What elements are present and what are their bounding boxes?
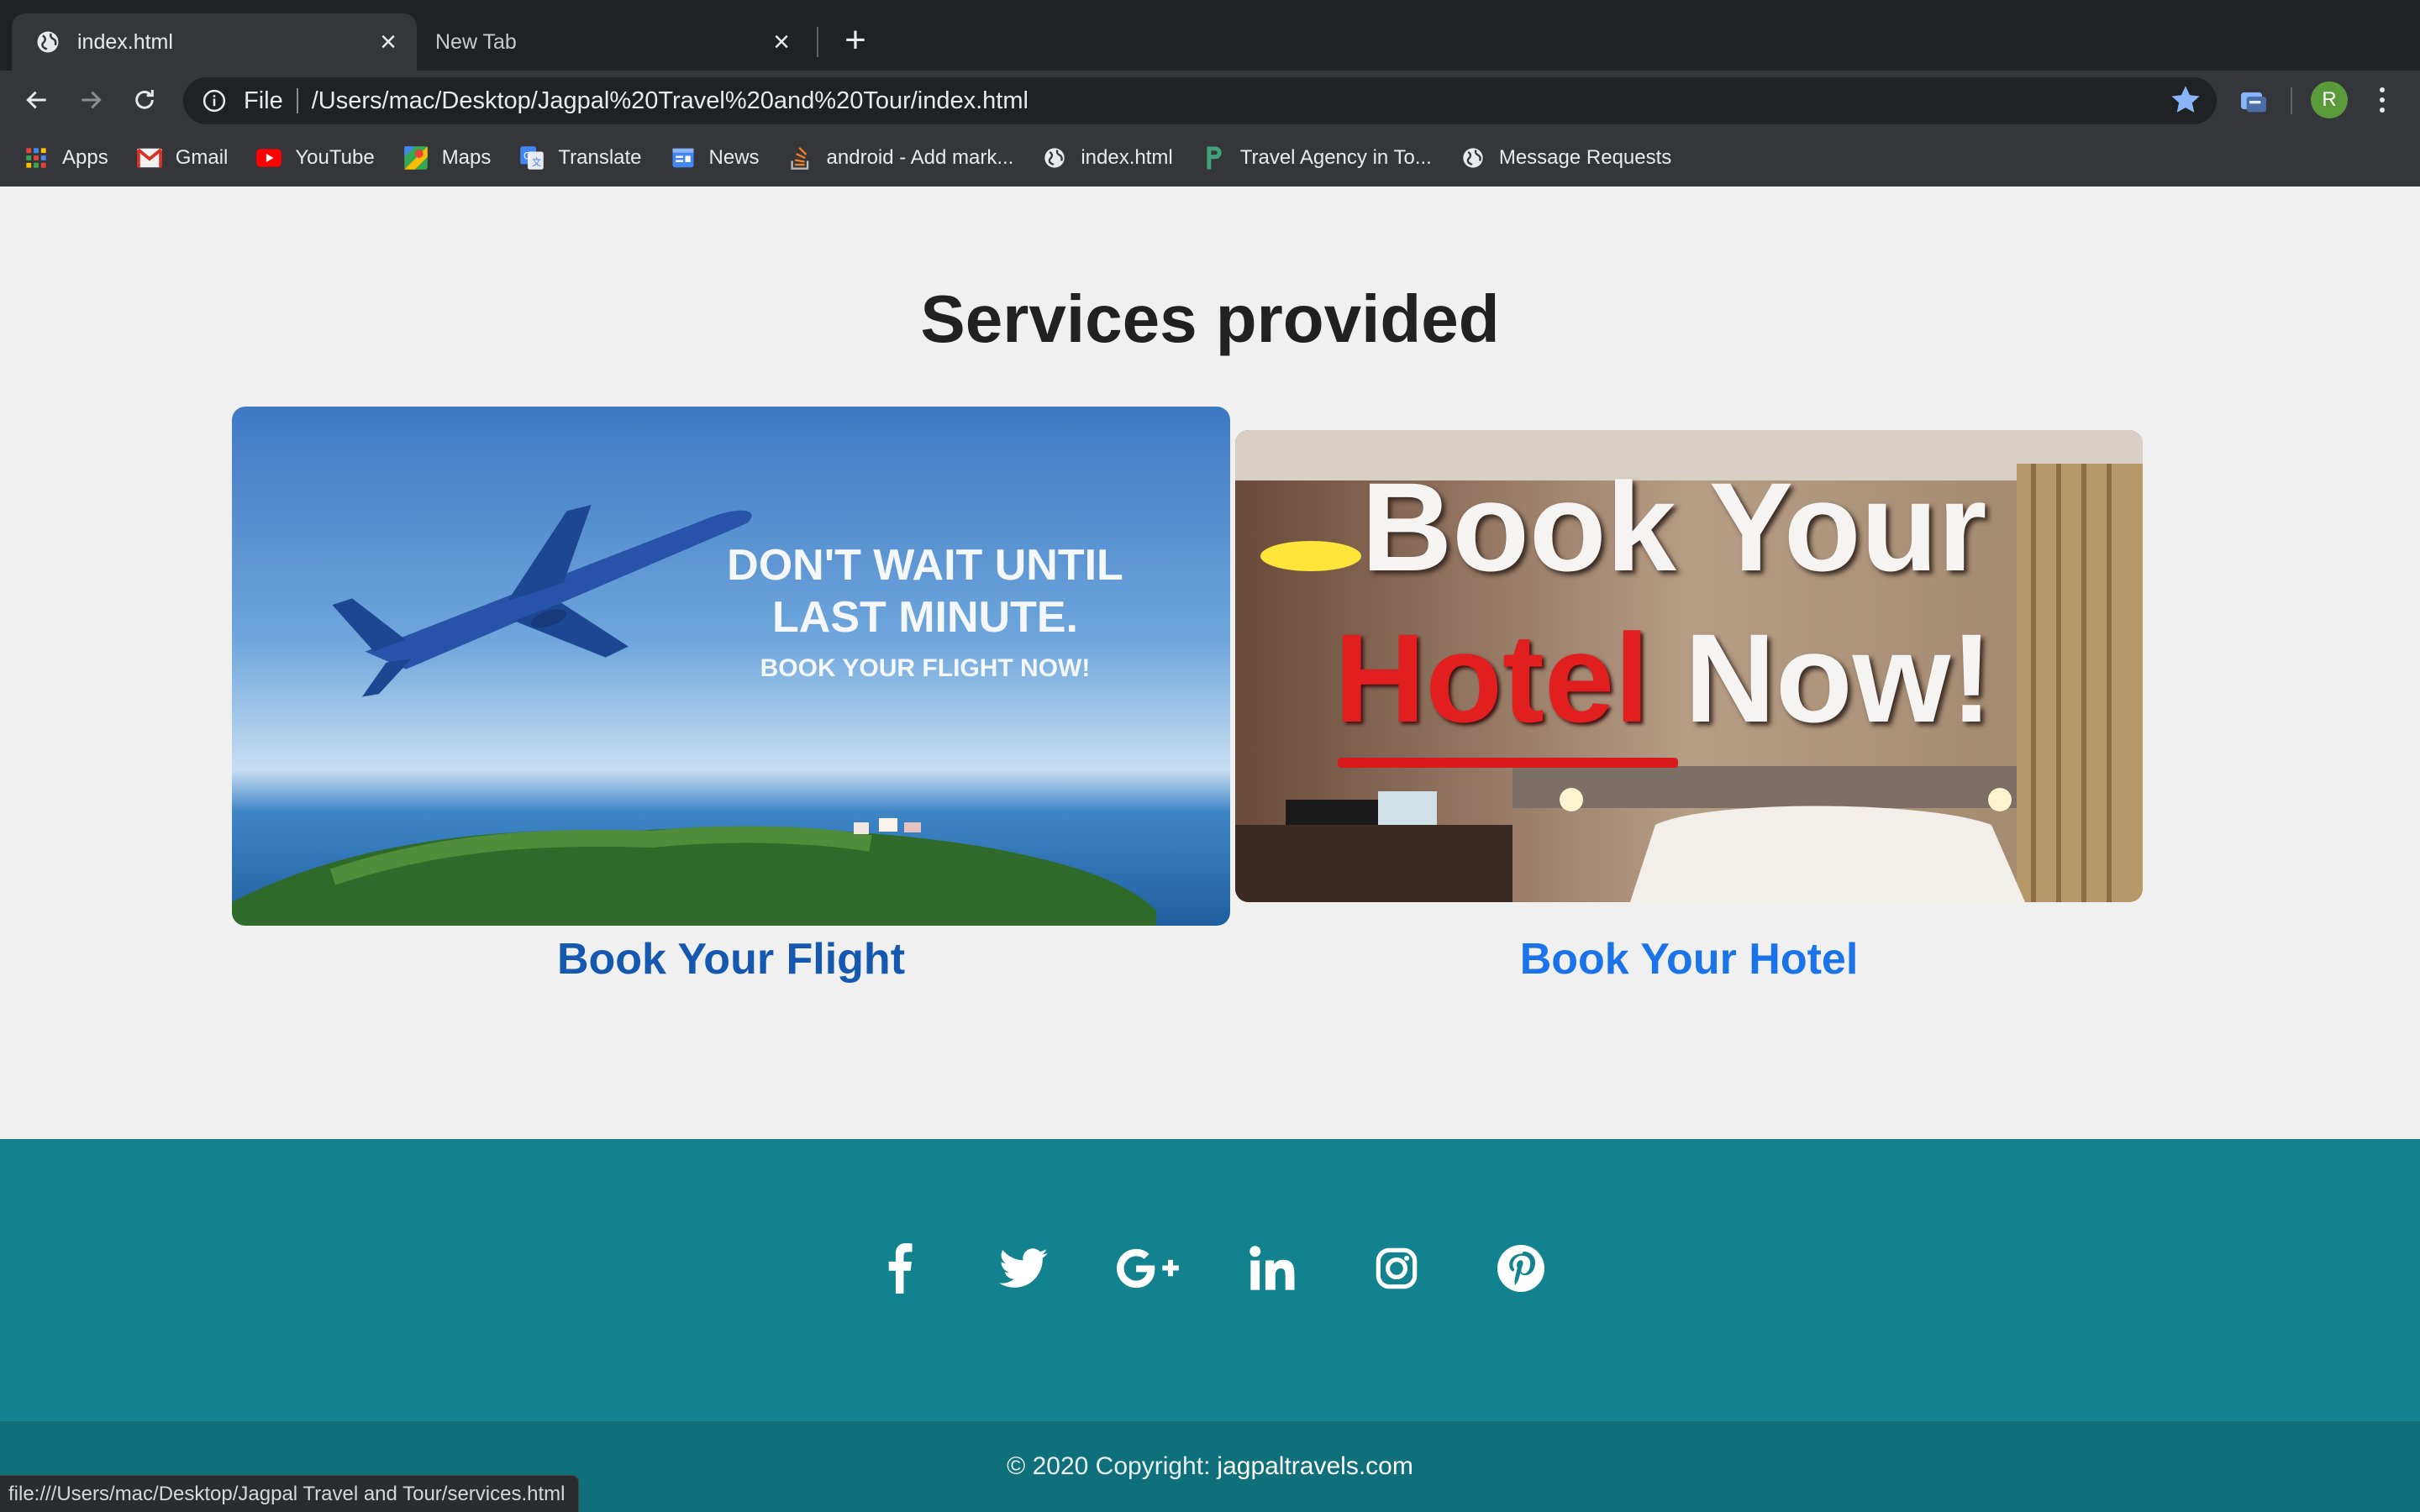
tab-index[interactable]: index.html × — [12, 13, 417, 71]
new-tab-button[interactable]: + — [837, 22, 874, 59]
browser-toolbar: File /Users/mac/Desktop/Jagpal%20Travel%… — [0, 71, 2420, 129]
reload-button[interactable] — [126, 81, 163, 118]
news-icon — [671, 145, 696, 171]
bookmark-index-html[interactable]: index.html — [1042, 145, 1173, 171]
flight-banner-line3: BOOK YOUR FLIGHT NOW! — [760, 654, 1091, 682]
bookmark-label: Message Requests — [1498, 145, 1672, 169]
footer — [0, 1139, 2420, 1421]
apps-grid-icon — [24, 145, 49, 171]
hotel-banner-line1: Book Your — [1361, 456, 1987, 597]
bookmark-travel-agency[interactable]: Travel Agency in To... — [1202, 145, 1432, 171]
bookmark-label: News — [708, 145, 760, 169]
stackoverflow-icon — [788, 145, 813, 171]
p-logo-icon — [1202, 145, 1227, 171]
forward-button[interactable] — [72, 81, 109, 118]
tab-label: index.html — [77, 29, 173, 54]
youtube-icon — [256, 145, 282, 171]
back-button[interactable] — [18, 81, 55, 118]
google-plus-icon[interactable] — [1086, 1226, 1210, 1310]
maps-icon — [403, 145, 429, 171]
translate-icon: G文 — [519, 145, 544, 171]
linkedin-icon[interactable] — [1210, 1226, 1334, 1310]
bookmark-label: index.html — [1081, 145, 1173, 169]
more-menu-icon[interactable] — [2370, 82, 2395, 118]
globe-icon — [1042, 145, 1067, 171]
bookmark-label: Apps — [62, 145, 108, 169]
profile-avatar[interactable]: R — [2311, 81, 2348, 118]
close-icon[interactable]: × — [371, 25, 405, 59]
tab-label: New Tab — [435, 29, 517, 54]
bookmark-label: Maps — [441, 145, 492, 169]
toolbar-divider — [2291, 87, 2292, 114]
hotel-banner-image[interactable]: Book Your Hotel Now! — [1235, 430, 2143, 902]
book-hotel-link[interactable]: Book Your Hotel — [1235, 934, 2143, 984]
link-status-bubble: file:///Users/mac/Desktop/Jagpal Travel … — [0, 1475, 580, 1512]
flight-banner-image[interactable]: DON'T WAIT UNTIL LAST MINUTE. BOOK YOUR … — [232, 407, 1230, 926]
globe-icon — [1460, 145, 1486, 171]
flight-banner-line1: DON'T WAIT UNTIL — [727, 541, 1123, 590]
tab-new-tab[interactable]: New Tab × — [424, 13, 810, 71]
bookmark-news[interactable]: News — [671, 145, 760, 171]
book-flight-link[interactable]: Book Your Flight — [232, 934, 1230, 984]
bookmark-android-add-marker[interactable]: android - Add mark... — [788, 145, 1014, 171]
bookmark-translate[interactable]: G文 Translate — [519, 145, 642, 171]
globe-icon — [37, 31, 59, 53]
bookmark-message-requests[interactable]: Message Requests — [1460, 145, 1671, 171]
hotel-banner-underline — [1338, 758, 1678, 768]
svg-text:G: G — [523, 150, 531, 161]
site-link[interactable]: jagpaltravels.com — [1217, 1452, 1413, 1481]
gmail-icon — [136, 145, 162, 171]
info-icon[interactable] — [202, 88, 227, 113]
bookmark-label: Gmail — [175, 145, 229, 169]
facebook-icon[interactable] — [837, 1226, 961, 1310]
url-scheme-label: File — [244, 87, 283, 114]
social-links — [0, 1226, 2420, 1310]
bookmark-gmail[interactable]: Gmail — [136, 145, 229, 171]
page-title: Services provided — [920, 281, 1500, 356]
back-arrow-icon — [26, 91, 46, 109]
omnibox-divider — [296, 88, 298, 113]
hotel-banner-white-word: Now! — [1684, 607, 1993, 748]
bookmark-apps[interactable]: Apps — [24, 145, 108, 171]
tab-divider — [817, 27, 818, 57]
tab-strip: index.html × New Tab × + — [0, 0, 2420, 71]
bookmark-label: android - Add mark... — [826, 145, 1014, 169]
copyright-text: © 2020 Copyright: — [1007, 1452, 1211, 1480]
bookmark-label: YouTube — [295, 145, 375, 169]
instagram-icon[interactable] — [1334, 1226, 1459, 1310]
flight-banner-line2: LAST MINUTE. — [772, 593, 1078, 642]
bookmark-maps[interactable]: Maps — [403, 145, 492, 171]
forward-arrow-icon — [82, 91, 102, 109]
svg-text:文: 文 — [532, 155, 541, 167]
hotel-banner-red-word: Hotel — [1334, 607, 1649, 748]
url-text[interactable]: /Users/mac/Desktop/Jagpal%20Travel%20and… — [312, 87, 1028, 115]
address-bar[interactable]: File /Users/mac/Desktop/Jagpal%20Travel%… — [183, 77, 2217, 124]
reload-icon — [135, 90, 154, 109]
twitter-icon[interactable] — [961, 1226, 1086, 1310]
star-bookmark-icon[interactable] — [2168, 82, 2203, 118]
extension-icon[interactable] — [2237, 84, 2270, 118]
close-icon[interactable]: × — [765, 25, 798, 59]
bookmarks-bar: Apps Gmail YouTube Maps G文 Translate New… — [0, 129, 2420, 186]
bookmark-label: Travel Agency in To... — [1239, 145, 1432, 169]
bookmark-youtube[interactable]: YouTube — [256, 145, 375, 171]
pinterest-icon[interactable] — [1459, 1226, 1583, 1310]
bookmark-label: Translate — [558, 145, 642, 169]
